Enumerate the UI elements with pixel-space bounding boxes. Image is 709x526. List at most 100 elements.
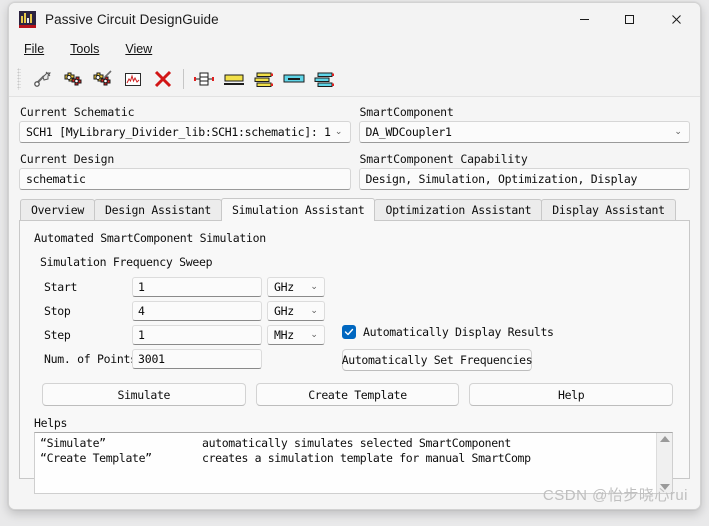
maximize-icon[interactable] — [607, 3, 652, 36]
tab-simulation-assistant[interactable]: Simulation Assistant — [220, 198, 376, 221]
menu-file[interactable]: File — [22, 40, 55, 58]
simulate-button[interactable]: Simulate — [42, 383, 246, 406]
title-bar: Passive Circuit DesignGuide — [9, 3, 700, 36]
stop-row: Stop 4 GHz ⌄ — [32, 299, 677, 322]
tab-design-assistant[interactable]: Design Assistant — [94, 199, 222, 220]
start-input[interactable]: 1 — [132, 276, 262, 297]
coupler-icon[interactable] — [309, 65, 339, 93]
smartcomponent-capability-field: Design, Simulation, Optimization, Displa… — [358, 168, 690, 190]
chevron-down-icon: ⌄ — [310, 329, 318, 340]
application-window: Passive Circuit DesignGuide File Tools V… — [8, 2, 701, 510]
automatically-set-frequencies-button[interactable]: Automatically Set Frequencies — [342, 349, 533, 371]
waveform-app-icon — [19, 11, 36, 28]
start-row: Start 1 GHz ⌄ — [32, 275, 677, 298]
current-schematic-group: Current Schematic SCH1 [MyLibrary_Divide… — [19, 103, 351, 190]
delete-red-x-icon[interactable] — [148, 65, 178, 93]
tab-simulation-assistant-label: Simulation Assistant — [231, 203, 365, 217]
auto-display-results-label: Automatically Display Results — [363, 325, 554, 339]
num-points-value: 3001 — [138, 351, 165, 366]
num-points-input[interactable]: 3001 — [132, 348, 262, 369]
smartcomponent-value: DA_WDCoupler1 — [365, 125, 452, 139]
helps-line-key: “Create Template” — [40, 451, 152, 465]
menu-view-label: View — [125, 42, 153, 56]
smartcomponent-label: SmartComponent — [359, 105, 454, 119]
design-tool-icon[interactable] — [28, 65, 58, 93]
menu-bar: File Tools View — [9, 36, 700, 62]
tab-overview[interactable]: Overview — [20, 199, 95, 220]
current-schematic-value: SCH1 [MyLibrary_Divider_lib:SCH1:schemat… — [26, 125, 331, 139]
frequency-sweep-grid: Start 1 GHz ⌄ Stop 4 GHz ⌄ Step 1 MHz ⌄ … — [32, 275, 677, 371]
chevron-down-icon: ⌄ — [310, 281, 318, 292]
help-button[interactable]: Help — [469, 383, 674, 406]
current-design-label: Current Design — [20, 152, 115, 166]
smartcomponent-capability-label: SmartComponent Capability — [359, 152, 528, 166]
start-value: 1 — [138, 279, 145, 294]
step-input[interactable]: 1 — [132, 324, 262, 345]
chevron-down-icon: ⌄ — [334, 127, 343, 137]
step-unit-value: MHz — [274, 327, 294, 342]
step-label: Step — [44, 327, 71, 342]
step-value: 1 — [138, 327, 145, 342]
chevron-down-icon: ⌄ — [310, 305, 318, 316]
gears-blue-icon[interactable] — [88, 65, 118, 93]
smartcomponent-group: SmartComponent DA_WDCoupler1 ⌄ SmartComp… — [358, 103, 690, 190]
stop-input[interactable]: 4 — [132, 300, 262, 321]
start-unit-select[interactable]: GHz ⌄ — [267, 276, 325, 297]
helps-line: “Simulate” automatically simulates selec… — [40, 436, 656, 451]
menu-tools[interactable]: Tools — [68, 40, 110, 58]
num-points-label: Num. of Points — [44, 351, 137, 366]
tab-optimization-assistant[interactable]: Optimization Assistant — [374, 199, 543, 220]
chevron-down-icon: ⌄ — [674, 127, 682, 137]
plot-icon[interactable] — [118, 65, 148, 93]
window-title: Passive Circuit DesignGuide — [45, 12, 219, 27]
auto-display-results-row[interactable]: Automatically Display Results — [342, 323, 557, 341]
auto-options-block: Automatically Display Results Automatica… — [342, 323, 557, 371]
frequency-sweep-title: Simulation Frequency Sweep — [40, 255, 213, 269]
panel-section-title: Automated SmartComponent Simulation — [34, 231, 266, 245]
tab-optimization-assistant-label: Optimization Assistant — [385, 203, 532, 217]
via-component-icon[interactable] — [189, 65, 219, 93]
current-schematic-label: Current Schematic — [20, 105, 135, 119]
window-controls — [562, 3, 700, 36]
coupled-line-icon[interactable] — [249, 65, 279, 93]
smartcomponent-select[interactable]: DA_WDCoupler1 ⌄ — [358, 121, 690, 143]
close-icon[interactable] — [652, 3, 700, 36]
tab-display-assistant-label: Display Assistant — [552, 203, 665, 217]
watermark: CSDN @怡步晓心rui — [542, 487, 688, 504]
stripline-icon[interactable] — [279, 65, 309, 93]
current-design-value: schematic — [26, 172, 86, 186]
toolbar-separator — [183, 69, 184, 89]
auto-display-results-checkbox[interactable] — [342, 325, 356, 339]
gears-red-icon[interactable] — [58, 65, 88, 93]
helps-group: Helps “Simulate” automatically simulates… — [32, 416, 677, 494]
start-label: Start — [44, 279, 78, 294]
top-fields-row: Current Schematic SCH1 [MyLibrary_Divide… — [19, 103, 690, 190]
create-template-button[interactable]: Create Template — [255, 383, 460, 406]
menu-file-label: File — [24, 42, 45, 56]
stop-label: Stop — [44, 303, 71, 318]
stop-value: 4 — [138, 303, 145, 318]
minimize-icon[interactable] — [562, 3, 607, 36]
helps-line-desc: automatically simulates selected SmartCo… — [202, 436, 511, 450]
toolbar-grip[interactable] — [17, 68, 21, 90]
helps-line-desc: creates a simulation template for manual… — [202, 451, 531, 465]
menu-tools-label: Tools — [70, 42, 100, 56]
stop-unit-select[interactable]: GHz ⌄ — [267, 300, 325, 321]
start-unit-value: GHz — [274, 279, 294, 294]
menu-view[interactable]: View — [123, 40, 163, 58]
helps-label: Helps — [34, 416, 68, 430]
helps-line-key: “Simulate” — [40, 436, 106, 450]
microstrip-line-icon[interactable] — [219, 65, 249, 93]
smartcomponent-capability-value: Design, Simulation, Optimization, Displa… — [365, 172, 638, 186]
scroll-up-icon[interactable] — [659, 436, 670, 442]
tab-overview-label: Overview — [31, 203, 84, 217]
step-unit-select[interactable]: MHz ⌄ — [267, 324, 325, 345]
tab-display-assistant[interactable]: Display Assistant — [541, 199, 676, 220]
assistant-tabs: Overview Design Assistant Simulation Ass… — [19, 198, 690, 221]
main-content: Current Schematic SCH1 [MyLibrary_Divide… — [9, 97, 700, 509]
toolbar — [9, 62, 700, 97]
current-schematic-select[interactable]: SCH1 [MyLibrary_Divider_lib:SCH1:schemat… — [19, 121, 351, 143]
simulation-assistant-panel: Automated SmartComponent Simulation Simu… — [19, 221, 690, 494]
action-buttons-row: Simulate Create Template Help — [32, 383, 677, 406]
helps-line: “Create Template” creates a simulation t… — [40, 451, 656, 466]
